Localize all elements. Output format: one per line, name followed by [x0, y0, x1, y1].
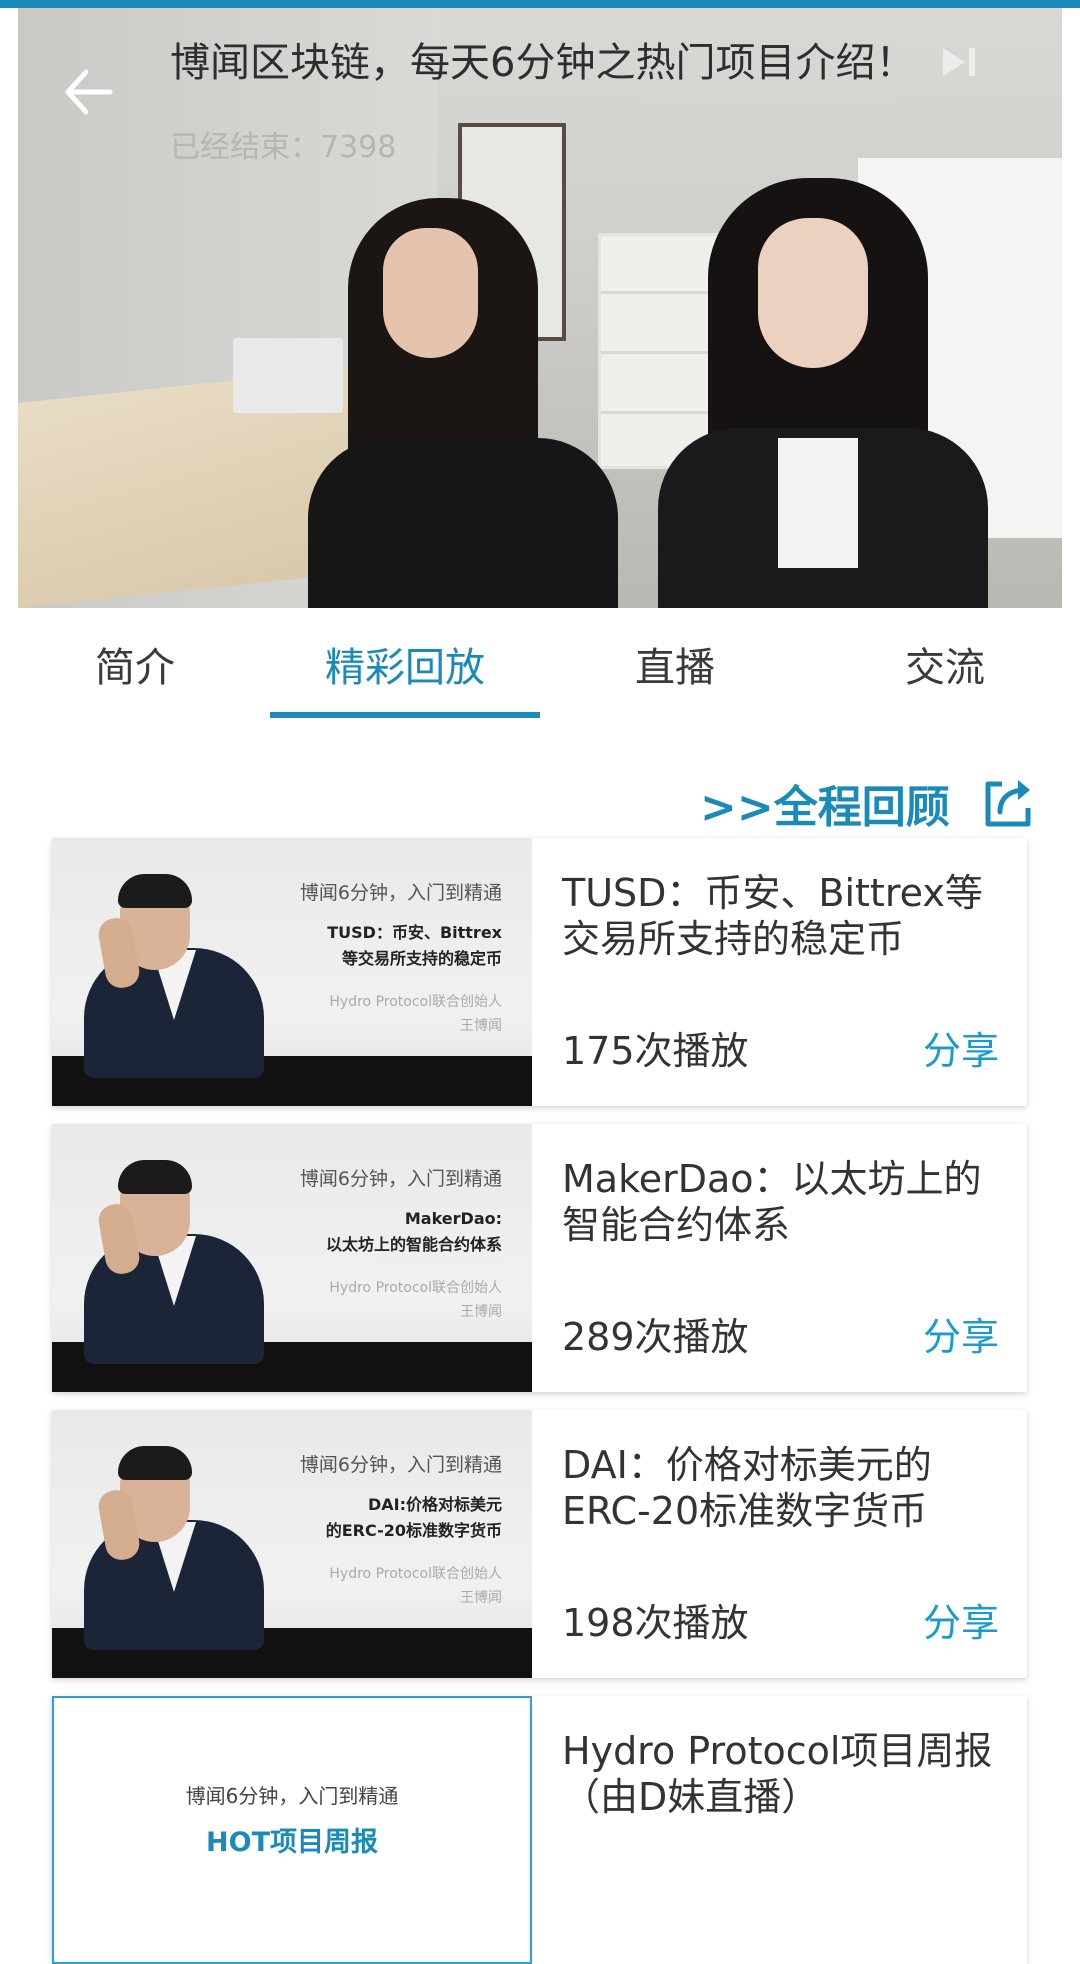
thumbnail-author: Hydro Protocol联合创始人 王博闻	[329, 994, 502, 1034]
video-info: TUSD：币安、Bittrex等交易所支持的稳定币 175次播放 分享	[532, 838, 1027, 1106]
tab-chat[interactable]: 交流	[810, 608, 1080, 720]
status-strip	[0, 0, 1080, 8]
video-info: Hydro Protocol项目周报（由D妹直播）	[532, 1696, 1027, 1964]
play-count: 198次播放	[562, 1601, 749, 1645]
back-arrow-icon[interactable]	[58, 62, 118, 122]
share-button[interactable]: 分享	[923, 1306, 999, 1361]
video-list-item[interactable]: 博闻6分钟，入门到精通 DAI:价格对标美元 的ERC-20标准数字货币 Hyd…	[52, 1410, 1027, 1678]
video-item-title: MakerDao：以太坊上的智能合约体系	[562, 1157, 982, 1247]
video-status: 已经结束：7398	[170, 130, 397, 165]
tab-intro[interactable]: 简介	[0, 608, 270, 720]
thumbnail-author: Hydro Protocol联合创始人 王博闻	[329, 1566, 502, 1606]
video-list-item[interactable]: 博闻6分钟，入门到精通 TUSD：币安、Bittrex 等交易所支持的稳定币 H…	[52, 838, 1027, 1106]
thumbnail-title: TUSD：币安、Bittrex 等交易所支持的稳定币	[327, 923, 502, 968]
tab-chat-label: 交流	[905, 645, 985, 691]
tab-intro-label: 简介	[95, 645, 175, 691]
video-info: DAI：价格对标美元的ERC-20标准数字货币 198次播放 分享	[532, 1410, 1027, 1678]
thumbnail-tagline: 博闻6分钟，入门到精通	[299, 882, 502, 904]
video-thumbnail: 博闻6分钟，入门到精通 MakerDao: 以太坊上的智能合约体系 Hydro …	[52, 1124, 532, 1392]
video-info: MakerDao：以太坊上的智能合约体系 289次播放 分享	[532, 1124, 1027, 1392]
skip-icon[interactable]	[935, 42, 995, 82]
thumbnail-author: Hydro Protocol联合创始人 王博闻	[329, 1280, 502, 1320]
share-button[interactable]: 分享	[923, 1020, 999, 1075]
tab-highlights-label: 精彩回放	[325, 645, 485, 691]
thumbnail-title: HOT项目周报	[206, 1827, 378, 1858]
video-thumbnail: 博闻6分钟，入门到精通 HOT项目周报	[52, 1696, 532, 1964]
video-person-right	[658, 168, 988, 608]
replay-header: >>全程回顾	[700, 768, 1038, 838]
thumbnail-tagline: 博闻6分钟，入门到精通	[185, 1784, 399, 1808]
active-tab-indicator	[270, 712, 540, 718]
video-title: 博闻区块链，每天6分钟之热门项目介绍！	[170, 40, 916, 86]
video-list-item[interactable]: 博闻6分钟，入门到精通 HOT项目周报 Hydro Protocol项目周报（由…	[52, 1696, 1027, 1964]
video-item-title: TUSD：币安、Bittrex等交易所支持的稳定币	[562, 871, 983, 961]
tab-live[interactable]: 直播	[540, 608, 810, 720]
tab-bar: 简介 精彩回放 直播 交流	[0, 608, 1080, 720]
thumbnail-title: DAI:价格对标美元 的ERC-20标准数字货币	[325, 1495, 502, 1540]
video-list-item[interactable]: 博闻6分钟，入门到精通 MakerDao: 以太坊上的智能合约体系 Hydro …	[52, 1124, 1027, 1392]
video-item-title: Hydro Protocol项目周报（由D妹直播）	[562, 1729, 993, 1819]
tab-highlights-replay[interactable]: 精彩回放	[270, 608, 540, 720]
thumbnail-tagline: 博闻6分钟，入门到精通	[299, 1168, 502, 1190]
full-review-link[interactable]: >>全程回顾	[700, 771, 950, 835]
thumbnail-tagline: 博闻6分钟，入门到精通	[299, 1454, 502, 1476]
share-button[interactable]: 分享	[923, 1592, 999, 1647]
play-count: 175次播放	[562, 1029, 749, 1073]
tab-live-label: 直播	[635, 645, 715, 691]
share-icon[interactable]	[980, 774, 1038, 832]
video-player[interactable]	[18, 8, 1062, 608]
thumbnail-title: MakerDao: 以太坊上的智能合约体系	[325, 1209, 502, 1254]
play-count: 289次播放	[562, 1315, 749, 1359]
video-thumbnail: 博闻6分钟，入门到精通 TUSD：币安、Bittrex 等交易所支持的稳定币 H…	[52, 838, 532, 1106]
video-person-left	[308, 188, 638, 608]
video-thumbnail: 博闻6分钟，入门到精通 DAI:价格对标美元 的ERC-20标准数字货币 Hyd…	[52, 1410, 532, 1678]
video-item-title: DAI：价格对标美元的ERC-20标准数字货币	[562, 1443, 932, 1533]
